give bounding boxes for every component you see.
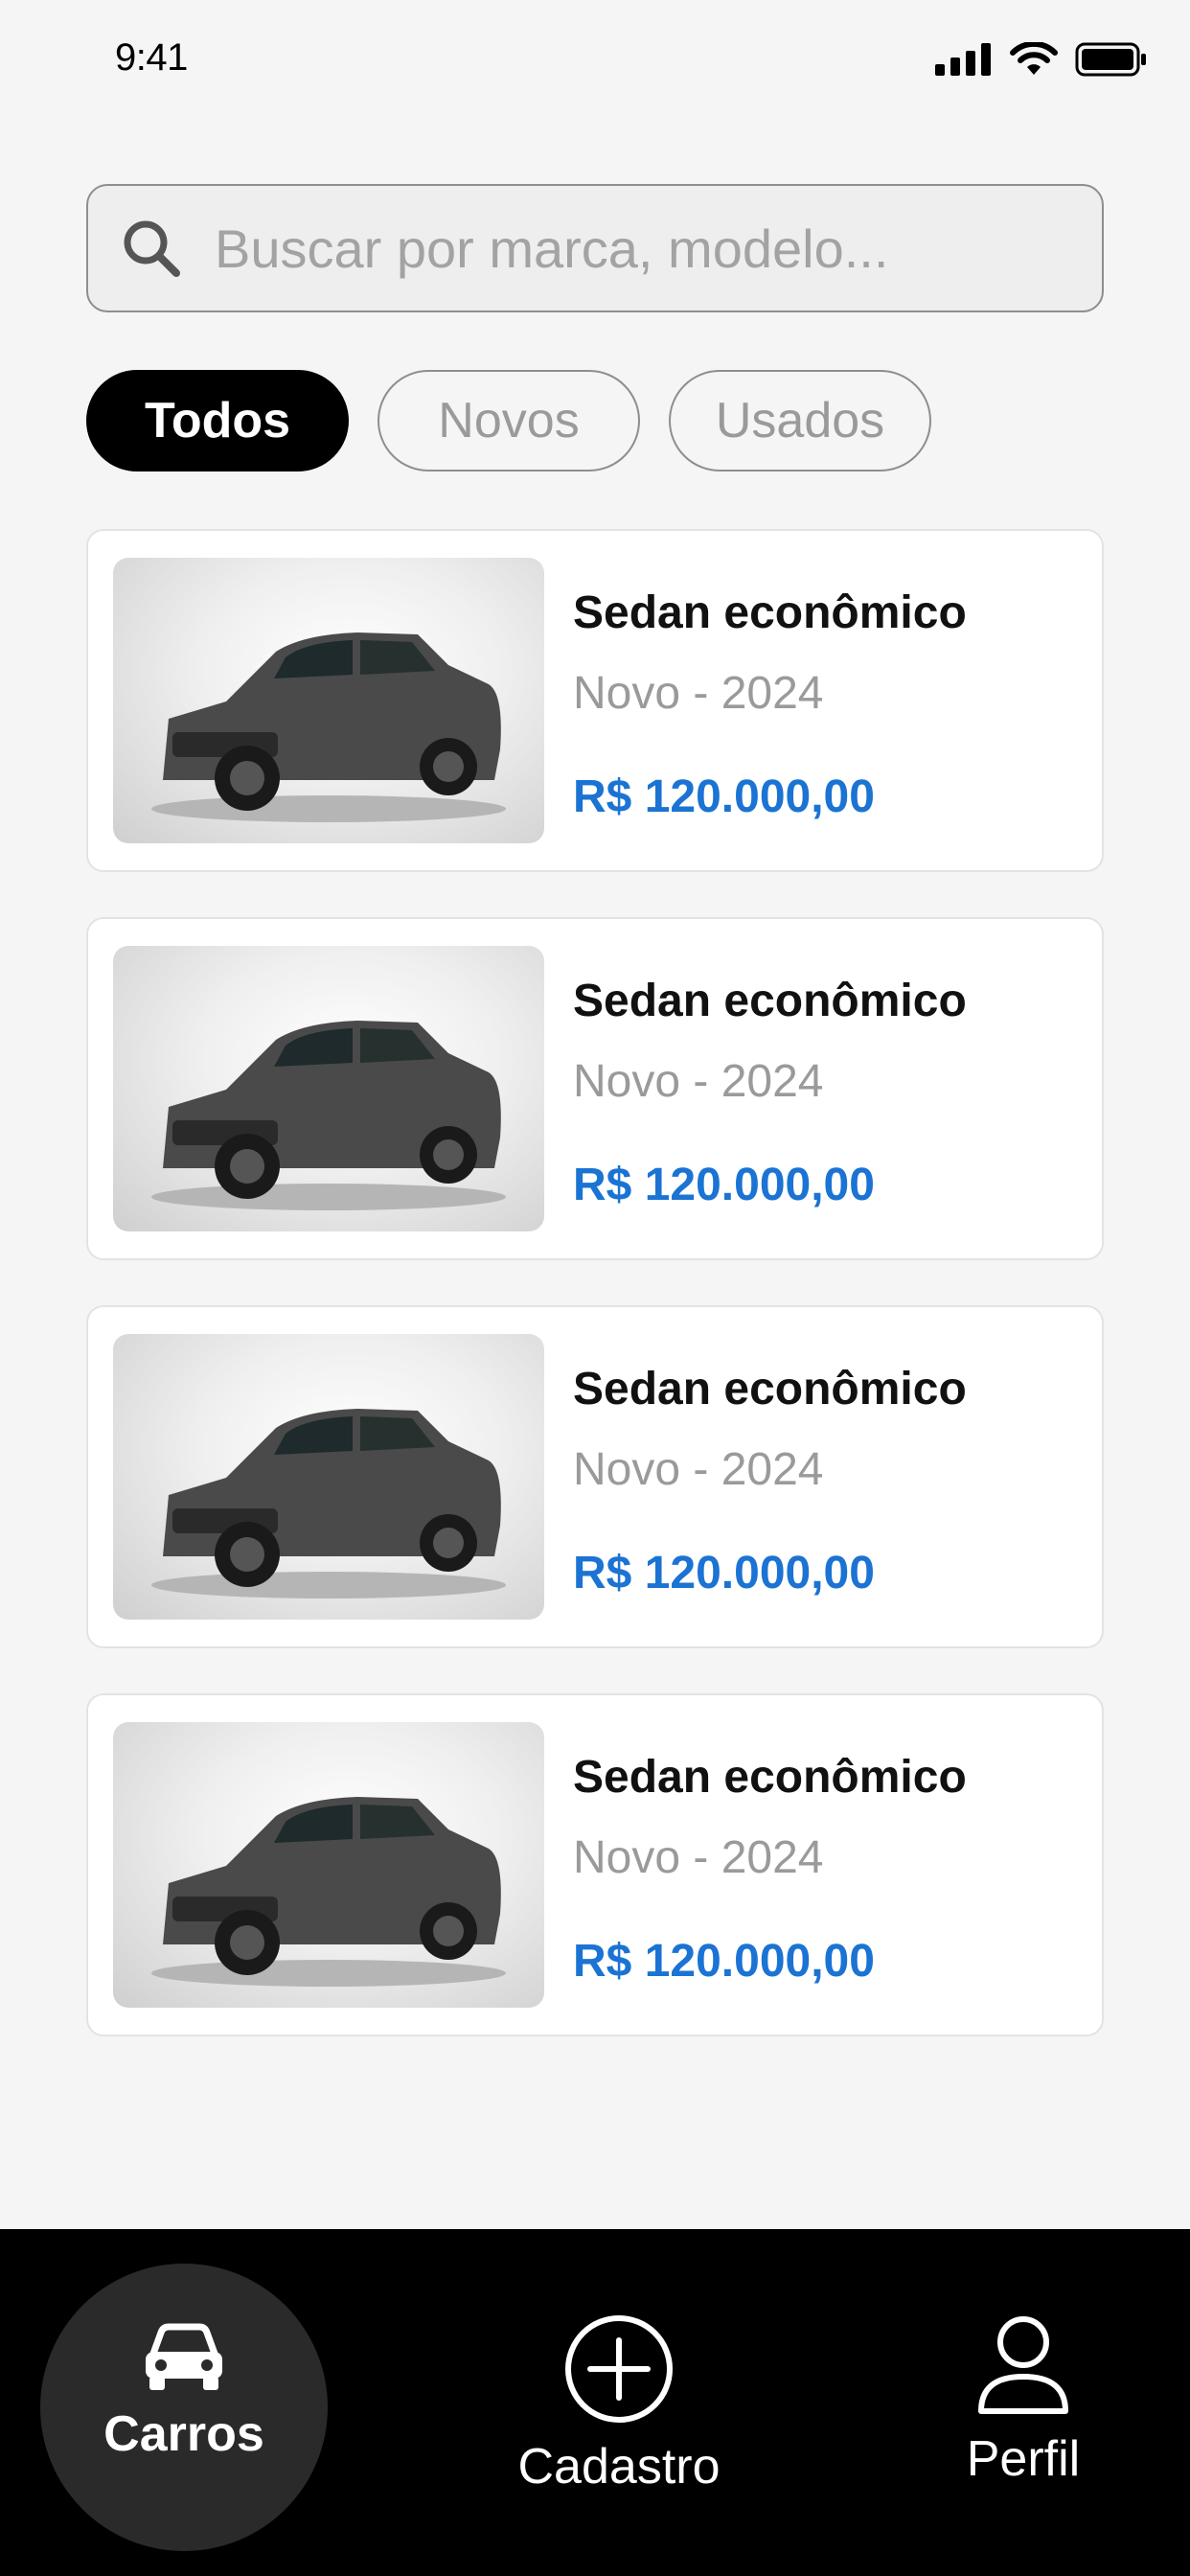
filter-chips: Todos Novos Usados [86, 370, 931, 472]
car-title: Sedan econômico [573, 1364, 967, 1414]
nav-item-carros[interactable]: Carros [40, 2321, 328, 2463]
car-image [113, 558, 544, 843]
car-price: R$ 120.000,00 [573, 1160, 875, 1210]
car-card[interactable]: Sedan econômico Novo - 2024 R$ 120.000,0… [86, 917, 1104, 1260]
car-condition-year: Novo - 2024 [573, 1832, 824, 1883]
car-title: Sedan econômico [573, 1752, 967, 1803]
cellular-signal-icon [935, 43, 991, 76]
status-time: 9:41 [115, 36, 188, 79]
car-photo [151, 1409, 506, 1598]
car-title: Sedan econômico [573, 587, 967, 638]
search-bar[interactable] [86, 184, 1104, 312]
car-condition-year: Novo - 2024 [573, 1444, 824, 1495]
battery-icon [1075, 42, 1146, 77]
car-photo [151, 1797, 506, 1987]
car-image [113, 1722, 544, 2008]
car-photo [151, 1021, 506, 1210]
car-card[interactable]: Sedan econômico Novo - 2024 R$ 120.000,0… [86, 1305, 1104, 1648]
nav-label-cadastro: Cadastro [517, 2439, 721, 2495]
car-price: R$ 120.000,00 [573, 771, 875, 822]
wifi-icon [1010, 42, 1058, 75]
car-image [113, 1334, 544, 1620]
car-image [113, 946, 544, 1231]
car-price: R$ 120.000,00 [573, 1936, 875, 1987]
filter-chip-novos[interactable]: Novos [378, 370, 640, 472]
search-icon [124, 220, 180, 277]
car-card[interactable]: Sedan econômico Novo - 2024 R$ 120.000,0… [86, 529, 1104, 872]
filter-chip-todos[interactable]: Todos [86, 370, 349, 472]
filter-chip-usados[interactable]: Usados [669, 370, 931, 472]
car-icon [146, 2323, 222, 2390]
bottom-nav: Carros Cadastro Perfil [0, 2229, 1190, 2576]
status-icons [935, 42, 1148, 77]
screen: 9:41 Todos Novos Usados [0, 0, 1190, 2576]
car-price: R$ 120.000,00 [573, 1548, 875, 1598]
car-condition-year: Novo - 2024 [573, 668, 824, 719]
nav-label-perfil: Perfil [966, 2431, 1081, 2487]
car-card[interactable]: Sedan econômico Novo - 2024 R$ 120.000,0… [86, 1693, 1104, 2036]
nav-item-cadastro[interactable]: Cadastro [475, 2313, 763, 2496]
nav-label-carros: Carros [103, 2406, 264, 2462]
nav-item-perfil[interactable]: Perfil [880, 2313, 1167, 2488]
plus-circle-icon [565, 2315, 673, 2423]
car-title: Sedan econômico [573, 976, 967, 1026]
car-condition-year: Novo - 2024 [573, 1056, 824, 1107]
search-input[interactable] [215, 217, 1102, 280]
car-photo [151, 632, 506, 822]
user-icon [978, 2316, 1068, 2414]
